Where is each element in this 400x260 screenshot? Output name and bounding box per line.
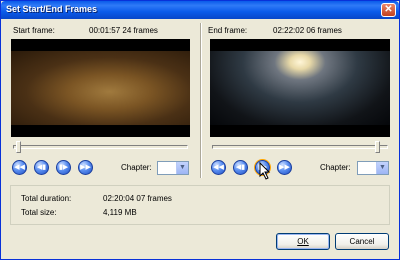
chevron-down-icon[interactable]: ▼ — [176, 162, 188, 174]
end-step-back-button[interactable]: ◀▮ — [233, 160, 248, 175]
start-frame-label: Start frame: — [13, 26, 55, 35]
end-frame-image — [210, 51, 390, 125]
end-frame-slider-thumb[interactable] — [375, 141, 380, 153]
start-fast-forward-button[interactable]: ▶▶ — [78, 160, 93, 175]
close-button[interactable]: ✕ — [381, 3, 396, 17]
start-step-forward-button[interactable]: ▮▶ — [56, 160, 71, 175]
end-frame-timecode: 02:22:02 06 frames — [273, 26, 342, 35]
panel-divider — [200, 23, 202, 178]
end-fast-forward-button[interactable]: ▶▶ — [277, 160, 292, 175]
total-size-label: Total size: — [21, 208, 57, 217]
start-frame-slider-thumb[interactable] — [16, 141, 21, 153]
total-duration-label: Total duration: — [21, 194, 72, 203]
summary-group: Total duration: 02:20:04 07 frames Total… — [10, 185, 390, 225]
start-step-back-button[interactable]: ◀▮ — [34, 160, 49, 175]
rewind-icon: ◀◀ — [14, 164, 25, 171]
cancel-button[interactable]: Cancel — [335, 233, 389, 250]
start-frame-timecode: 00:01:57 24 frames — [89, 26, 158, 35]
end-chapter-select[interactable]: ▼ — [357, 161, 389, 175]
start-chapter-select[interactable]: ▼ — [157, 161, 189, 175]
end-rewind-button[interactable]: ◀◀ — [211, 160, 226, 175]
start-frame-preview — [11, 39, 190, 137]
set-start-end-frames-dialog: Set Start/End Frames ✕ Start frame: 00:0… — [0, 0, 400, 260]
total-duration-value: 02:20:04 07 frames — [103, 194, 172, 203]
window-title: Set Start/End Frames — [6, 4, 98, 14]
step-forward-icon: ▮▶ — [58, 164, 69, 171]
rewind-icon: ◀◀ — [213, 164, 224, 171]
ok-button-label: OK — [297, 237, 309, 246]
ok-button[interactable]: OK — [276, 233, 330, 250]
fast-forward-icon: ▶▶ — [279, 164, 290, 171]
total-size-value: 4,119 MB — [103, 208, 137, 217]
mouse-pointer-icon — [259, 162, 271, 180]
start-frame-slider[interactable] — [13, 145, 188, 149]
title-bar: Set Start/End Frames ✕ — [1, 1, 399, 19]
end-frame-slider[interactable] — [212, 145, 388, 149]
chevron-down-icon[interactable]: ▼ — [376, 162, 388, 174]
step-back-icon: ◀▮ — [235, 164, 246, 171]
start-chapter-label: Chapter: — [121, 163, 152, 172]
close-icon: ✕ — [384, 4, 393, 15]
step-back-icon: ◀▮ — [36, 164, 47, 171]
fast-forward-icon: ▶▶ — [80, 164, 91, 171]
start-frame-image — [11, 51, 190, 125]
end-frame-preview — [210, 39, 390, 137]
cancel-button-label: Cancel — [349, 237, 375, 246]
end-chapter-label: Chapter: — [320, 163, 351, 172]
start-rewind-button[interactable]: ◀◀ — [12, 160, 27, 175]
end-frame-label: End frame: — [208, 26, 248, 35]
